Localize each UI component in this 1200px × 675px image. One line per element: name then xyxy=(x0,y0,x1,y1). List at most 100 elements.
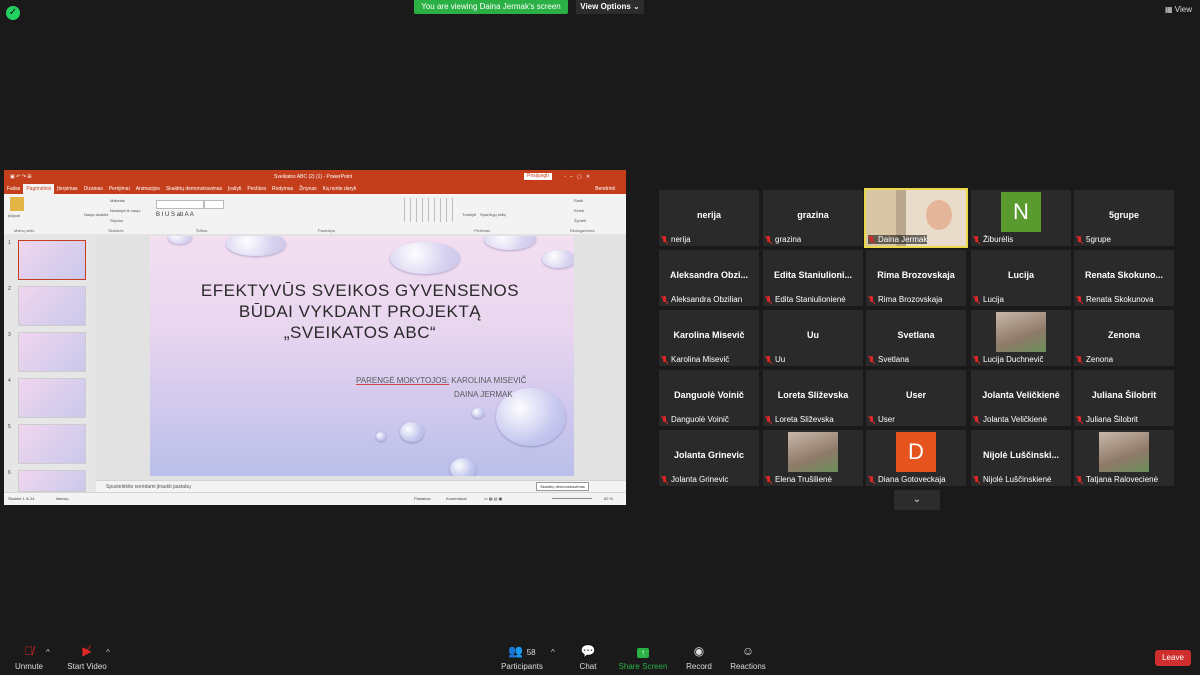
leave-button[interactable]: Leave xyxy=(1155,650,1191,666)
layout-button[interactable]: Maketas xyxy=(110,198,125,203)
participants-button[interactable]: 👥 58 Participants xyxy=(500,644,544,671)
participant-tile[interactable]: grazina grazina xyxy=(763,190,863,246)
slide-thumbnail-pane: 1 2 3 4 5 6 xyxy=(4,234,96,492)
participant-tile[interactable]: Renata Skokuno... Renata Skokunova xyxy=(1074,250,1174,306)
ribbon-tab[interactable]: Perėjimai xyxy=(106,184,133,194)
slide-thumbnail-3[interactable] xyxy=(18,332,86,372)
view-options-button[interactable]: View Options ⌄ xyxy=(576,0,644,14)
muted-mic-icon xyxy=(765,355,772,364)
participant-tile[interactable]: Edita Staniulioni... Edita Staniulionienė xyxy=(763,250,863,306)
participant-tile[interactable]: Elena Trušilienė xyxy=(763,430,863,486)
ppt-signin-button[interactable]: Prisijungti xyxy=(524,173,552,180)
find-button[interactable]: Rasti xyxy=(574,198,583,203)
participant-tile[interactable]: Jolanta Grinevic Jolanta Grinevic xyxy=(659,430,759,486)
slide-thumbnail-4[interactable] xyxy=(18,378,86,418)
ribbon-tab[interactable]: Dizainas xyxy=(81,184,106,194)
select-button[interactable]: Žymėti xyxy=(574,218,586,223)
slide-thumbnail-5[interactable] xyxy=(18,424,86,464)
participant-name-label: Loreta Sliževska xyxy=(765,415,834,424)
participant-name-label: Zenona xyxy=(1076,355,1113,364)
participant-tile[interactable]: D Diana Gotoveckaja xyxy=(866,430,966,486)
gallery-next-page-button[interactable]: ⌄ xyxy=(894,490,940,510)
participant-tile[interactable]: Lucija Duchnevič xyxy=(971,310,1071,366)
participant-name-text: Aleksandra Obzilian xyxy=(671,295,743,304)
participant-tile[interactable]: User User xyxy=(866,370,966,426)
slide-thumbnail-2[interactable] xyxy=(18,286,86,326)
record-button[interactable]: ◉ Record xyxy=(684,644,714,671)
participant-tile[interactable]: Juliana Šilobrit Juliana Šilobrit xyxy=(1074,370,1174,426)
start-video-button[interactable]: ▶̸ Start Video xyxy=(66,644,108,671)
participant-name-label: grazina xyxy=(765,235,801,244)
participant-tile[interactable]: Uu Uu xyxy=(763,310,863,366)
slide-thumbnail-6[interactable] xyxy=(18,470,86,492)
font-size-field[interactable] xyxy=(204,200,224,209)
share-screen-button[interactable]: ↑ Share Screen xyxy=(618,644,668,671)
participant-display-name: Loreta Sliževska xyxy=(777,390,849,400)
shapes-gallery[interactable] xyxy=(404,198,454,222)
participant-tile[interactable]: Danguolė Voinič Danguolė Voinič xyxy=(659,370,759,426)
muted-mic-icon xyxy=(973,475,980,484)
comments-toggle[interactable]: Komentarai xyxy=(446,493,466,505)
participant-display-name: Zenona xyxy=(1107,330,1140,340)
ribbon-tab[interactable]: Žinynas xyxy=(296,184,320,194)
ribbon-tab[interactable]: Ką norite daryti xyxy=(320,184,360,194)
participant-tile[interactable]: Nijolė Luščinski... Nijolė Luščinskienė xyxy=(971,430,1071,486)
font-format-icons[interactable]: B I U S ab A A xyxy=(156,212,194,218)
ribbon-tab[interactable]: Skaidrių demonstravimas xyxy=(163,184,225,194)
arrange-button[interactable]: Tvarkyti xyxy=(462,212,476,217)
ribbon-tab[interactable]: Failas xyxy=(4,184,23,194)
replace-button[interactable]: Keisti xyxy=(574,208,584,213)
participant-tile[interactable]: N Žiburėlis xyxy=(971,190,1071,246)
participant-photo xyxy=(996,312,1046,352)
chat-button[interactable]: 💬 Chat xyxy=(574,644,602,671)
view-mode-icons[interactable]: ▭ ▦ ▤ ▣ xyxy=(484,493,502,505)
ribbon-tab[interactable]: Rodymas xyxy=(269,184,296,194)
participant-tile[interactable]: Loreta Sliževska Loreta Sliževska xyxy=(763,370,863,426)
current-slide[interactable]: EFEKTYVŪS SVEIKOS GYVENSENOS BŪDAI VYKDA… xyxy=(150,236,574,476)
slide-thumbnail-1[interactable] xyxy=(18,240,86,280)
participant-name-label: Renata Skokunova xyxy=(1076,295,1154,304)
zoom-slider[interactable] xyxy=(552,498,592,499)
unmute-button[interactable]: 🎙̸ Unmute xyxy=(12,644,46,671)
view-button[interactable]: ▦ View xyxy=(1165,5,1192,14)
paste-icon[interactable] xyxy=(10,197,24,211)
muted-mic-icon xyxy=(1076,475,1083,484)
font-name-field[interactable] xyxy=(156,200,204,209)
participant-tile[interactable]: Karolina Misevič Karolina Misevič xyxy=(659,310,759,366)
security-shield-icon[interactable]: ✓ xyxy=(6,6,20,20)
participant-tile[interactable]: Zenona Zenona xyxy=(1074,310,1174,366)
participant-tile[interactable]: 5grupe 5grupe xyxy=(1074,190,1174,246)
slide-authors: PARENGĖ MOKYTOJOS: KAROLINA MISEVIČ xyxy=(356,376,527,385)
ppt-title-bar: ▣ ↶ ↷ ⊞ Sveikatos ABC (2) (1) - PowerPoi… xyxy=(4,170,626,184)
audio-options-chevron[interactable]: ^ xyxy=(46,648,50,657)
window-controls[interactable]: ▫ – ▢ ✕ xyxy=(564,170,590,184)
participant-tile[interactable]: Svetlana Svetlana xyxy=(866,310,966,366)
participant-name-text: User xyxy=(878,415,895,424)
participant-tile[interactable]: Daina Jermak xyxy=(864,188,968,248)
participant-tile[interactable]: Tatjana Ralovecienė xyxy=(1074,430,1174,486)
ribbon-tab[interactable]: Įrašyti xyxy=(225,184,244,194)
water-drop-decoration xyxy=(226,236,286,256)
notes-toggle[interactable]: Pastabos xyxy=(414,493,431,505)
ribbon-tab[interactable]: Pagrindinis xyxy=(23,184,55,194)
share-button[interactable]: Bendrinti xyxy=(592,184,618,194)
participant-tile[interactable]: Jolanta Veličkienė Jolanta Veličkienė xyxy=(971,370,1071,426)
participant-tile[interactable]: Lucija Lucija xyxy=(971,250,1071,306)
participants-options-chevron[interactable]: ^ xyxy=(551,648,555,657)
participant-tile[interactable]: Aleksandra Obzi... Aleksandra Obzilian xyxy=(659,250,759,306)
new-slide-button[interactable]: Nauja skaidrė xyxy=(84,212,108,217)
section-button[interactable]: Skyrius xyxy=(110,218,123,223)
water-drop-decoration xyxy=(484,236,536,250)
participant-tile[interactable]: Rima Brozovskaja Rima Brozovskaja xyxy=(866,250,966,306)
ribbon-tab[interactable]: Peržiūra xyxy=(244,184,269,194)
ribbon-tab[interactable]: Įterpimas xyxy=(54,184,81,194)
participant-tile[interactable]: nerija nerija xyxy=(659,190,759,246)
reactions-button[interactable]: ☺ Reactions xyxy=(728,644,768,671)
paste-button[interactable]: Įklijuoti xyxy=(8,213,20,218)
participant-display-name: 5grupe xyxy=(1108,210,1139,220)
reset-button[interactable]: Nustatyti iš naujo xyxy=(110,208,140,213)
ribbon-tab[interactable]: Animacijos xyxy=(133,184,163,194)
video-options-chevron[interactable]: ^ xyxy=(106,648,110,657)
participant-name-label: nerija xyxy=(661,235,691,244)
quick-styles-button[interactable]: Sparčiųjų stilių xyxy=(480,212,506,217)
